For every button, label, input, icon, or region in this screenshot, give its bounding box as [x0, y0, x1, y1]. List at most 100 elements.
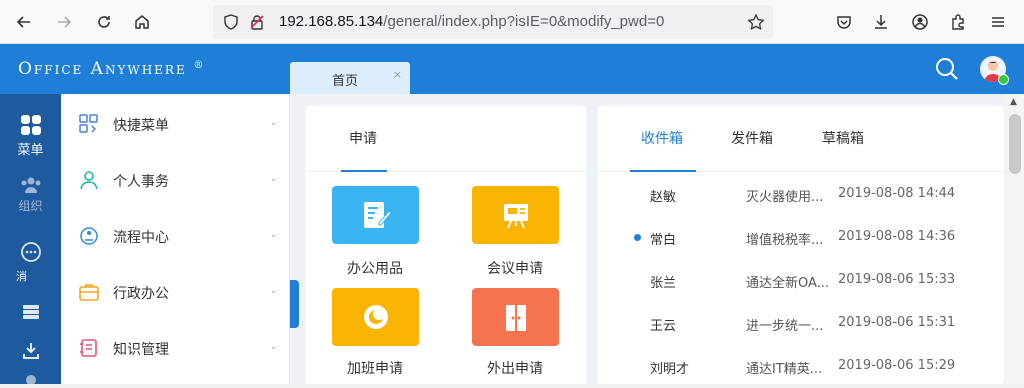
mail-row[interactable]: 赵敏 灭火器使用... 2019-08-08 14:44 [598, 174, 1004, 216]
tab-close-icon[interactable]: × [393, 68, 402, 81]
forward-arrow-icon [58, 16, 72, 28]
forward-button[interactable] [52, 10, 76, 34]
menu-item-admin[interactable]: 行政办公 ⌄ [61, 264, 290, 320]
workflow-icon [80, 227, 98, 245]
reload-icon [98, 16, 110, 28]
online-status-dot [998, 74, 1009, 85]
app-tile-outing[interactable] [472, 288, 559, 346]
mail-row[interactable]: 王云 进一步统一... 2019-08-06 15:31 [598, 303, 1004, 345]
logo-text: Office Anywhere [18, 59, 187, 79]
mail-sender: 王云 [650, 319, 677, 334]
mail-row[interactable]: 常白 增值税税率... 2019-08-08 14:36 [598, 217, 1004, 259]
tab-active-indicator [341, 170, 387, 172]
page-scrollbar[interactable]: ▲ [1004, 94, 1024, 384]
chevron-down-icon: ⌄ [269, 117, 278, 128]
strip-label-org: 组织 [18, 199, 43, 213]
puzzle-icon [952, 14, 964, 30]
shield-icon[interactable] [223, 14, 239, 30]
home-icon [135, 15, 149, 29]
app-menu-button[interactable] [986, 10, 1010, 34]
insecure-lock-icon[interactable] [249, 14, 265, 30]
mail-sender: 刘明才 [650, 362, 690, 377]
module-strip: 菜单 组织 消 [0, 94, 61, 384]
pocket-button[interactable] [832, 10, 856, 34]
mail-subject: 通达全新OA... [746, 276, 830, 291]
strip-item-download[interactable] [0, 342, 61, 364]
menu-label-knowledge: 知识管理 [113, 342, 169, 358]
mail-sender: 赵敏 [650, 190, 677, 205]
mail-row[interactable]: 刘明才 通达IT精英... 2019-08-06 15:29 [598, 346, 1004, 388]
mail-card: 收件箱 发件箱 草稿箱 赵敏 灭火器使用... 2019-08-08 14:44 常白… [598, 106, 1004, 384]
notebook-icon [80, 339, 97, 357]
url-host: 192.168.85.134 [279, 13, 384, 30]
search-icon [936, 58, 958, 80]
mail-subject: 进一步统一... [746, 319, 824, 334]
person-icon [80, 171, 98, 190]
tab-active-indicator [630, 170, 696, 172]
scroll-thumb[interactable] [1009, 114, 1021, 174]
app-label-outing: 外出申请 [487, 361, 543, 377]
menu-label-shortcuts: 快捷菜单 [113, 118, 169, 134]
tab-drafts[interactable]: 草稿箱 [822, 128, 864, 148]
search-button[interactable] [934, 56, 960, 86]
strip-item-menu[interactable]: 菜单 [0, 94, 61, 160]
strip-item-org[interactable]: 组织 [0, 176, 61, 226]
scroll-up-arrow-icon[interactable]: ▲ [1010, 97, 1017, 107]
app-tile-office-supplies[interactable] [332, 186, 419, 244]
extensions-button[interactable] [946, 10, 970, 34]
url-text: 192.168.85.134/general/index.php?isIE=0&… [279, 13, 664, 30]
mail-row[interactable]: 张兰 通达全新OA... 2019-08-06 15:33 [598, 260, 1004, 302]
presentation-board-icon [503, 204, 528, 229]
app-label-overtime: 加班申请 [347, 361, 403, 377]
shortcut-grid-icon [79, 114, 98, 133]
app-label-meeting: 会议申请 [487, 261, 543, 277]
mail-subject: 通达IT精英... [746, 362, 823, 377]
back-button[interactable] [12, 10, 36, 34]
strip-item-storage[interactable] [0, 304, 61, 328]
url-path: /general/index.php?isIE=0&modify_pwd=0 [383, 13, 665, 30]
registered-mark: ® [193, 60, 206, 71]
app-logo[interactable]: Office Anywhere ® [18, 59, 206, 79]
door-icon [505, 305, 526, 331]
tab-home[interactable]: 首页 × [290, 62, 410, 94]
strip-item-more[interactable] [0, 372, 61, 384]
chevron-down-icon: ⌄ [269, 229, 278, 240]
mail-date: 2019-08-08 14:36 [838, 229, 956, 244]
account-icon [912, 14, 928, 30]
home-button[interactable] [130, 10, 154, 34]
app-tile-meeting[interactable] [472, 186, 559, 244]
notebook-pen-icon [363, 202, 392, 228]
bookmark-star-icon[interactable] [747, 13, 765, 31]
tab-sent[interactable]: 发件箱 [731, 128, 773, 148]
mail-sender: 张兰 [650, 276, 677, 291]
menu-item-knowledge[interactable]: 知识管理 ⌄ [61, 320, 290, 376]
strip-item-message[interactable]: 消 [0, 242, 61, 288]
mail-date: 2019-08-06 15:31 [838, 315, 956, 330]
menu-label-admin: 行政办公 [113, 286, 169, 302]
menu-item-shortcuts[interactable]: 快捷菜单 ⌄ [61, 96, 290, 152]
downloads-button[interactable] [869, 10, 893, 34]
tab-apply[interactable]: 申请 [349, 128, 377, 148]
menu-panel: 快捷菜单 ⌄ 个人事务 ⌄ 流程中心 ⌄ 行政办公 ⌄ 知识管理 ⌄ [61, 94, 290, 384]
people-icon [21, 177, 40, 193]
grid-icon [20, 115, 41, 135]
menu-item-personal[interactable]: 个人事务 ⌄ [61, 152, 290, 208]
briefcase-icon [79, 284, 99, 301]
chevron-down-icon: ⌄ [269, 285, 278, 296]
back-arrow-icon [16, 16, 30, 28]
reload-button[interactable] [92, 10, 116, 34]
menu-item-workflow[interactable]: 流程中心 ⌄ [61, 208, 290, 264]
tab-inbox[interactable]: 收件箱 [641, 128, 683, 148]
chevron-down-icon: ⌄ [269, 341, 278, 352]
app-header: Office Anywhere ® 首页 × [0, 44, 1024, 94]
mail-sender: 常白 [650, 233, 677, 248]
app-tile-overtime[interactable] [332, 288, 419, 346]
tab-home-label: 首页 [332, 74, 359, 89]
server-icon [22, 305, 39, 319]
address-bar[interactable]: 192.168.85.134/general/index.php?isIE=0&… [213, 5, 773, 39]
strip-label-menu: 菜单 [17, 143, 44, 158]
mail-date: 2019-08-08 14:44 [838, 186, 956, 201]
moon-clock-icon [363, 305, 388, 329]
sidebar-collapse-handle[interactable] [290, 280, 299, 328]
account-button[interactable] [908, 10, 932, 34]
